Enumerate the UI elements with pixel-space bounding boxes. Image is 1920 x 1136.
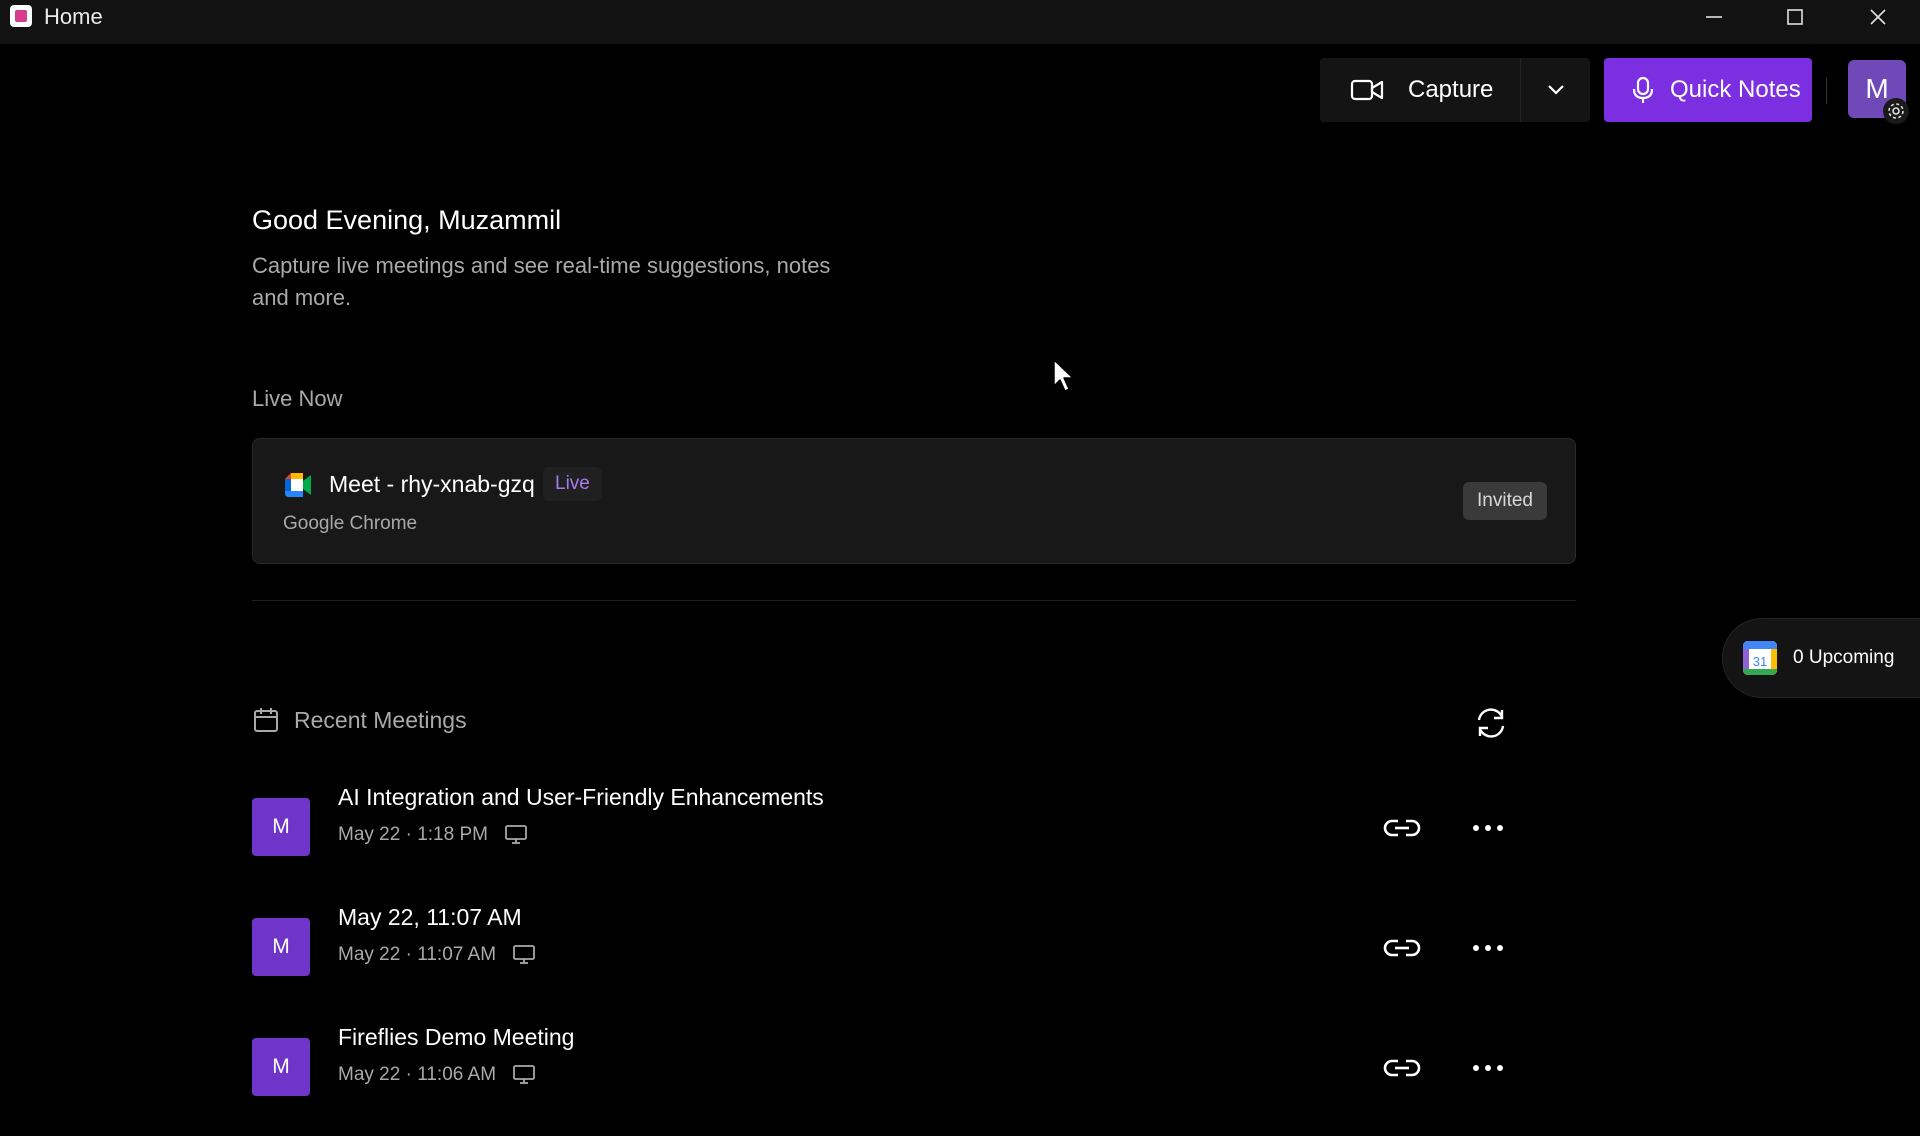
live-meeting-title: Meet - rhy-xnab-gzq bbox=[329, 471, 535, 497]
capture-button[interactable]: Capture bbox=[1320, 58, 1520, 122]
meeting-meta: May 22 · 11:06 AM bbox=[338, 1064, 536, 1086]
more-options-button[interactable] bbox=[1464, 928, 1512, 968]
live-badge: Live bbox=[543, 467, 602, 501]
minimize-icon bbox=[1706, 16, 1722, 18]
meeting-row[interactable]: M May 22, 11:07 AM May 22 · 11:07 AM bbox=[252, 900, 1542, 980]
greeting-title: Good Evening, Muzammil bbox=[252, 205, 562, 235]
chevron-down-icon bbox=[1547, 85, 1564, 95]
capture-split-button: Capture bbox=[1320, 58, 1590, 122]
maximize-button[interactable] bbox=[1763, 0, 1827, 34]
monitor-icon bbox=[513, 1065, 535, 1084]
invited-status-badge: Invited bbox=[1463, 482, 1547, 520]
video-camera-icon bbox=[1350, 79, 1384, 101]
minimize-button[interactable] bbox=[1682, 0, 1746, 34]
link-icon bbox=[1383, 1059, 1421, 1077]
copy-link-button[interactable] bbox=[1378, 928, 1426, 968]
calendar-31-icon: 31 bbox=[1743, 641, 1777, 675]
copy-link-button[interactable] bbox=[1378, 1048, 1426, 1088]
meeting-avatar: M bbox=[252, 798, 310, 856]
upcoming-meetings-button[interactable]: 31 0 Upcoming bbox=[1722, 618, 1920, 698]
meeting-avatar: M bbox=[252, 1038, 310, 1096]
more-horizontal-icon bbox=[1473, 1065, 1503, 1071]
meeting-title: May 22, 11:07 AM bbox=[338, 904, 522, 930]
section-divider bbox=[252, 600, 1576, 601]
monitor-icon bbox=[513, 945, 535, 964]
google-meet-icon bbox=[285, 473, 311, 497]
gear-icon bbox=[1888, 103, 1904, 119]
settings-button[interactable] bbox=[1883, 98, 1909, 124]
meeting-title: AI Integration and User-Friendly Enhance… bbox=[338, 784, 824, 810]
meeting-row[interactable]: M AI Integration and User-Friendly Enhan… bbox=[252, 780, 1542, 860]
meeting-time: May 22 · 11:07 AM bbox=[338, 944, 497, 965]
meeting-meta: May 22 · 11:07 AM bbox=[338, 944, 536, 966]
microphone-icon bbox=[1632, 76, 1654, 103]
more-options-button[interactable] bbox=[1464, 1048, 1512, 1088]
recent-meetings-heading: Recent Meetings bbox=[252, 706, 467, 734]
recent-meetings-label: Recent Meetings bbox=[294, 706, 467, 733]
app-logo-icon bbox=[10, 5, 32, 27]
mouse-cursor-icon bbox=[1053, 359, 1074, 392]
calendar-number: 31 bbox=[1753, 654, 1767, 669]
more-horizontal-icon bbox=[1473, 825, 1503, 831]
link-icon bbox=[1383, 939, 1421, 957]
more-options-button[interactable] bbox=[1464, 808, 1512, 848]
calendar-icon bbox=[254, 708, 278, 732]
window-titlebar: Home bbox=[0, 0, 1920, 44]
upcoming-label: 0 Upcoming bbox=[1793, 647, 1895, 668]
copy-link-button[interactable] bbox=[1378, 808, 1426, 848]
live-meeting-card[interactable]: Meet - rhy-xnab-gzq Live Google Chrome I… bbox=[252, 438, 1576, 564]
meeting-title: Fireflies Demo Meeting bbox=[338, 1024, 575, 1050]
refresh-icon bbox=[1477, 708, 1505, 738]
maximize-icon bbox=[1787, 9, 1803, 25]
meeting-avatar: M bbox=[252, 918, 310, 976]
window-title: Home bbox=[44, 4, 103, 29]
quick-notes-button[interactable]: Quick Notes bbox=[1604, 58, 1812, 122]
quick-notes-label: Quick Notes bbox=[1670, 76, 1801, 103]
capture-label: Capture bbox=[1408, 76, 1494, 103]
live-now-heading: Live Now bbox=[252, 386, 343, 411]
monitor-icon bbox=[505, 825, 527, 844]
more-horizontal-icon bbox=[1473, 945, 1503, 951]
toolbar-separator bbox=[1826, 78, 1827, 104]
link-icon bbox=[1383, 819, 1421, 837]
greeting-subtitle: Capture live meetings and see real-time … bbox=[252, 253, 831, 310]
meeting-row[interactable]: M Fireflies Demo Meeting May 22 · 11:06 … bbox=[252, 1020, 1542, 1100]
close-window-button[interactable] bbox=[1846, 0, 1910, 34]
meeting-meta: May 22 · 1:18 PM bbox=[338, 824, 528, 846]
meeting-time: May 22 · 11:06 AM bbox=[338, 1064, 497, 1085]
meeting-time: May 22 · 1:18 PM bbox=[338, 824, 488, 845]
live-meeting-source: Google Chrome bbox=[283, 513, 418, 534]
refresh-button[interactable] bbox=[1470, 702, 1512, 744]
close-icon bbox=[1870, 9, 1886, 25]
capture-dropdown-button[interactable] bbox=[1521, 58, 1590, 122]
